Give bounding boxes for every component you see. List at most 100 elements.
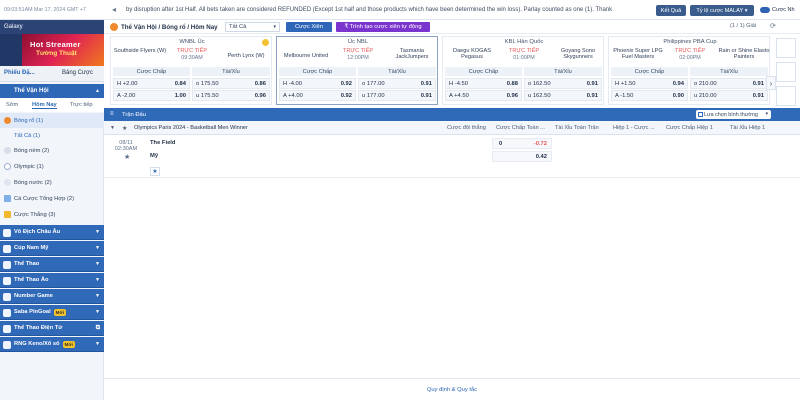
match-card[interactable]: KBL Hàn Quốc Daegu KOGAS Pegasus TRỰC TI… (442, 36, 604, 105)
widget-tile[interactable] (776, 86, 796, 106)
number-game-icon (3, 293, 11, 301)
parlay-button[interactable]: Cược Xiên (286, 22, 332, 32)
tab-bet-slip[interactable]: Phiếu Đặ... (4, 70, 35, 76)
period-live[interactable]: Trực tiếp (70, 102, 93, 108)
handicap-home-odd[interactable]: 0 -0.72 (492, 138, 552, 149)
handicap-line: A -2.00 (117, 93, 136, 99)
sidebar-item-water-polo[interactable]: Bóng nước (2) (0, 175, 104, 190)
away-team: Perth Lynx (W) (227, 53, 265, 59)
period-today[interactable]: Hôm Nay (32, 102, 57, 109)
keno-icon (3, 341, 11, 349)
home-team: Southside Flyers (W) (113, 48, 167, 54)
odd-cell[interactable]: H -4.00 0.92 (279, 78, 356, 89)
odd-value: -0.72 (533, 141, 547, 147)
odd-cell[interactable]: o 175.50 0.86 (192, 78, 270, 89)
odd-cell[interactable]: u 175.50 0.96 (192, 90, 270, 101)
games-tab[interactable]: Trận Đấu (122, 112, 146, 118)
odd-cell[interactable]: u 177.00 0.91 (358, 90, 436, 101)
menu-number-game[interactable]: Number Game ▼ (0, 289, 104, 304)
favorite-star-button[interactable]: ★ (150, 167, 160, 176)
league-name: KBL Hàn Quốc (504, 39, 544, 45)
sidebar-item-parlay-mix[interactable]: Cá Cược Tổng Hợp (2) (0, 191, 104, 206)
menu-esports[interactable]: Thể Thao Điện Tử ⧉ (0, 321, 104, 336)
promo-banner[interactable]: Hot Streamer Tường Thuật (22, 34, 104, 66)
sidebar-item-basketball[interactable]: Bóng rổ (1) (0, 113, 104, 128)
menu-sports[interactable]: Thể Thao ▼ (0, 257, 104, 272)
period-early[interactable]: Sớm (6, 102, 18, 108)
odd-cell[interactable]: H +1.50 0.94 (611, 78, 688, 89)
menu-saba-pingoal[interactable]: Saba PinGoal Mới ▼ (0, 305, 104, 320)
match-card[interactable]: Úc NBL Melbourne United TRỰC TIẾP 12:00P… (276, 36, 438, 105)
odd-value: 0.94 (672, 81, 684, 87)
match-time: 09:30AM (181, 55, 203, 61)
odd-value: 0.88 (506, 81, 518, 87)
odd-cell[interactable]: o 162.50 0.91 (524, 78, 602, 89)
odd-cell[interactable]: A +4.50 0.96 (445, 90, 522, 101)
odd-cell[interactable]: A +4.00 0.92 (279, 90, 356, 101)
sidebar-section-olympics[interactable]: Thể Vận Hội ▲ (0, 84, 104, 98)
collapse-icon[interactable]: ▼ (110, 125, 115, 131)
odd-cell[interactable]: A -2.00 1.00 (113, 90, 190, 101)
odd-cell[interactable]: u 162.50 0.91 (524, 90, 602, 101)
footer-link[interactable]: Quy định & Quy tắc (104, 378, 800, 400)
featured-matches: WNBL Úc Southside Flyers (W) TRỰC TIẾP 0… (110, 36, 776, 106)
trophy-icon (4, 211, 11, 218)
sidebar-item-olympic[interactable]: Olympic (1) (0, 159, 104, 174)
live-stream-icon[interactable] (262, 39, 269, 46)
sidebar-item-handball[interactable]: Bóng ném (2) (0, 143, 104, 158)
total-line: o 177.00 (362, 81, 385, 87)
total-line: u 177.00 (362, 93, 385, 99)
menu-copa[interactable]: Cúp Nam Mỹ ▼ (0, 241, 104, 256)
home-team: Phoenix Super LPG Fuel Masters (613, 48, 663, 60)
total-line: u 162.50 (528, 93, 551, 99)
star-icon[interactable]: ★ (122, 125, 127, 132)
odds-type-dropdown[interactable]: Tỷ lệ cược MALAY ▾ (690, 5, 754, 16)
sidebar-item-all[interactable]: Tất Cả (1) (0, 128, 104, 143)
results-button[interactable]: Kết Quả (656, 5, 686, 16)
sidebar-item-label: Bóng nước (2) (14, 179, 52, 186)
handicap-away-odd[interactable]: 0.42 (492, 151, 552, 162)
handicap-header: Cược Chấp (113, 67, 190, 76)
odd-cell[interactable]: H +2.00 0.84 (113, 78, 190, 89)
odd-cell[interactable]: A -1.50 0.90 (611, 90, 688, 101)
star-icon[interactable]: ★ (124, 153, 130, 161)
handicap-line: H -4.00 (283, 81, 303, 87)
galaxy-header[interactable]: Galaxy (0, 20, 104, 34)
list-icon: ≡ (110, 111, 114, 117)
odd-value: 0.86 (254, 81, 266, 87)
match-card[interactable]: Philippines PBA Cup Phoenix Super LPG Fu… (608, 36, 770, 105)
side-widgets (774, 36, 798, 106)
basketball-icon (110, 23, 118, 31)
menu-rng-keno[interactable]: RNG Keno/Xổ số Mới ▼ (0, 337, 104, 352)
menu-virtual-sports[interactable]: Thể Thao Ảo ▼ (0, 273, 104, 288)
odds-type-label: Tỷ lệ cược MALAY (696, 7, 744, 14)
chevron-down-icon: ▾ (273, 24, 276, 30)
total-line: o 210.00 (694, 81, 717, 87)
sidebar-item-label: Olympic (1) (14, 163, 44, 170)
odd-cell[interactable]: o 210.00 0.91 (690, 78, 768, 89)
league-select[interactable]: Tất Cả ▾ (225, 22, 280, 32)
odd-cell[interactable]: H -4.50 0.88 (445, 78, 522, 89)
match-card[interactable]: WNBL Úc Southside Flyers (W) TRỰC TIẾP 0… (110, 36, 272, 105)
refresh-icon[interactable]: ⟳ (770, 22, 776, 30)
odd-cell[interactable]: u 210.00 0.91 (690, 90, 768, 101)
auto-parlay-button[interactable]: ₹ Trình tạo cược xiên tự động (336, 22, 430, 32)
galaxy-panel: Galaxy Hot Streamer Tường Thuật (0, 20, 104, 66)
widget-tile[interactable] (776, 38, 796, 58)
chevron-down-icon: ▼ (95, 293, 100, 299)
chevron-down-icon: ▾ (765, 111, 768, 117)
sidebar-item-outright[interactable]: Cược Thắng (3) (0, 207, 104, 222)
top-bar: 09:03:51AM Mar 17, 2024 GMT +7 ◂ by disr… (0, 0, 800, 20)
handicap-line: A +4.50 (449, 93, 469, 99)
quick-bet-toggle[interactable] (760, 7, 770, 13)
sort-dropdown[interactable]: Lựa chọn bình thường ▾ (696, 110, 771, 119)
menu-euro[interactable]: Vô Địch Châu Âu ▼ (0, 225, 104, 240)
odd-cell[interactable]: o 177.00 0.91 (358, 78, 436, 89)
away-team: Mỹ (150, 153, 159, 159)
away-team: Rain or Shine Elasto Painters (718, 48, 770, 60)
galaxy-icons (0, 34, 22, 66)
water-polo-icon (4, 179, 11, 186)
tab-bet-list[interactable]: Bảng Cược (62, 70, 93, 76)
widget-tile[interactable] (776, 62, 796, 82)
handicap-line: A +4.00 (283, 93, 303, 99)
